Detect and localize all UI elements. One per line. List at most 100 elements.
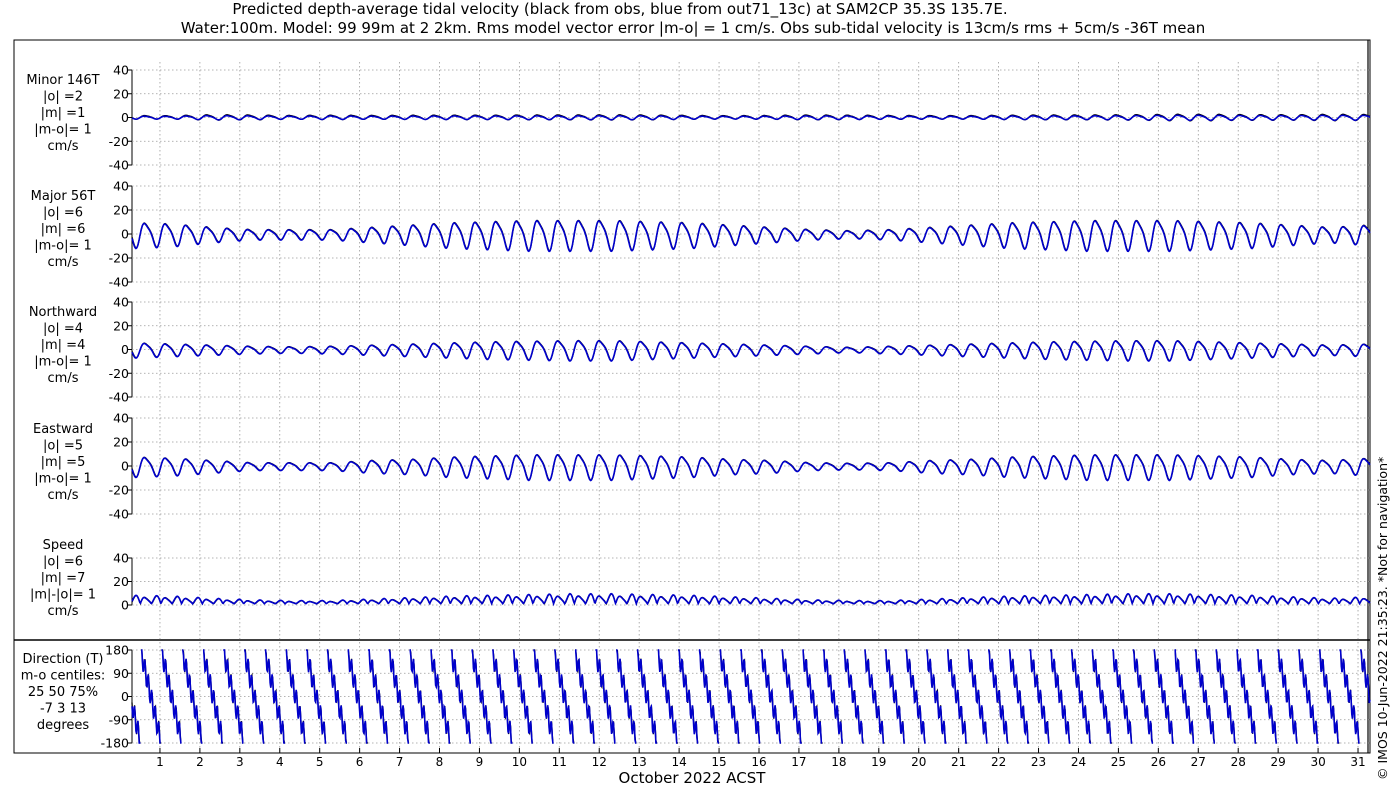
minor-label-line: |m| =1 xyxy=(41,106,86,121)
northward-label-line: |m-o|= 1 xyxy=(34,355,92,370)
direction-label-line: m-o centiles: xyxy=(21,669,106,684)
x-tick-label: 3 xyxy=(236,755,244,769)
direction-series-model xyxy=(131,649,1371,744)
northward-y-tick-label: 0 xyxy=(121,342,129,357)
northward-y-tick-label: -20 xyxy=(109,366,129,381)
direction-y-tick-label: 90 xyxy=(113,666,129,681)
x-tick-label: 27 xyxy=(1191,755,1206,769)
x-tick-label: 6 xyxy=(356,755,364,769)
minor-y-tick-label: 40 xyxy=(113,63,129,78)
major-y-tick-label: 0 xyxy=(121,227,129,242)
x-tick-label: 11 xyxy=(552,755,567,769)
eastward-y-tick-label: 0 xyxy=(121,459,129,474)
direction-label-line: 25 50 75% xyxy=(28,685,98,700)
northward-label-line: |o| =4 xyxy=(43,322,83,337)
minor-y-tick-label: 20 xyxy=(113,86,129,101)
northward-label-line: |m| =4 xyxy=(41,338,86,353)
minor-y-tick-label: -20 xyxy=(109,134,129,149)
eastward-y-tick-label: -40 xyxy=(109,507,129,522)
direction-label-line: Direction (T) xyxy=(23,652,104,667)
major-label-line: Major 56T xyxy=(31,189,96,204)
major-y-tick-label: 20 xyxy=(113,203,129,218)
direction-label-line: degrees xyxy=(37,718,90,733)
northward-label-line: Northward xyxy=(29,305,97,320)
x-tick-label: 4 xyxy=(276,755,284,769)
major-label-line: |o| =6 xyxy=(43,206,83,221)
minor-label-line: cm/s xyxy=(48,139,79,154)
figure-frame xyxy=(13,39,1371,754)
major-label-line: cm/s xyxy=(48,255,79,270)
eastward-y-tick-label: 40 xyxy=(113,411,129,426)
x-tick-label: 30 xyxy=(1310,755,1325,769)
minor-y-tick-label: 0 xyxy=(121,110,129,125)
x-tick-label: 17 xyxy=(791,755,806,769)
minor-label-line: Minor 146T xyxy=(26,73,99,88)
northward-y-tick-label: 40 xyxy=(113,295,129,310)
credit-text: © IMOS 10-Jun-2022 21:35:23. *Not for na… xyxy=(1375,457,1390,780)
direction-y-tick-label: -90 xyxy=(109,712,129,727)
minor-label-line: |o| =2 xyxy=(43,90,83,105)
speed-y-tick-label: 40 xyxy=(113,551,129,566)
x-tick-label: 14 xyxy=(671,755,686,769)
x-tick-label: 7 xyxy=(396,755,404,769)
speed-label-line: |m| =7 xyxy=(41,571,86,586)
x-tick-label: 21 xyxy=(951,755,966,769)
panels-group: 1 2 3 4 5 6 7 8 9 10 11 12 13 14 15 16 17 18 19 20 21 22 23 24 2… xyxy=(14,40,1371,769)
eastward-label-line: |m-o|= 1 xyxy=(34,472,92,487)
chart-title-line1: Predicted depth-average tidal velocity (… xyxy=(232,0,1007,19)
northward-y-tick-label: -40 xyxy=(109,390,129,405)
x-tick-label: 18 xyxy=(831,755,846,769)
direction-y-tick-label: 180 xyxy=(105,643,129,658)
x-tick-label: 5 xyxy=(316,755,324,769)
northward-series-model xyxy=(131,340,1371,362)
eastward-label-line: |m| =5 xyxy=(41,455,86,470)
x-tick-label: 15 xyxy=(711,755,726,769)
x-tick-label: 28 xyxy=(1231,755,1246,769)
eastward-label-line: Eastward xyxy=(33,422,93,437)
minor-label-line: |m-o|= 1 xyxy=(34,123,92,138)
speed-y-tick-label: 0 xyxy=(121,598,129,613)
northward-y-tick-label: 20 xyxy=(113,318,129,333)
x-tick-label: 10 xyxy=(512,755,527,769)
eastward-label-line: cm/s xyxy=(48,488,79,503)
x-tick-label: 12 xyxy=(592,755,607,769)
direction-label-line: -7 3 13 xyxy=(40,702,86,717)
speed-label-line: Speed xyxy=(43,538,84,553)
direction-y-tick-label: 0 xyxy=(121,689,129,704)
speed-series-model xyxy=(131,592,1371,607)
x-tick-label: 8 xyxy=(436,755,444,769)
x-tick-label: 13 xyxy=(632,755,647,769)
major-series-model xyxy=(131,220,1371,253)
eastward-series-model xyxy=(131,454,1371,482)
x-tick-label: 1 xyxy=(156,755,164,769)
x-tick-label: 24 xyxy=(1071,755,1086,769)
x-tick-label: 22 xyxy=(991,755,1006,769)
major-label-line: |m-o|= 1 xyxy=(34,239,92,254)
x-tick-label: 9 xyxy=(476,755,484,769)
eastward-y-tick-label: 20 xyxy=(113,435,129,450)
major-y-tick-label: 40 xyxy=(113,179,129,194)
speed-label-line: cm/s xyxy=(48,604,79,619)
figure-canvas: Predicted depth-average tidal velocity (… xyxy=(13,0,1390,787)
chart-title-line2: Water:100m. Model: 99 99m at 2 2km. Rms … xyxy=(181,19,1205,37)
speed-y-tick-label: 20 xyxy=(113,574,129,589)
x-axis-label: October 2022 ACST xyxy=(619,769,767,787)
x-tick-label: 23 xyxy=(1031,755,1046,769)
direction-y-tick-label: -180 xyxy=(101,736,129,751)
x-tick-label: 19 xyxy=(871,755,886,769)
major-y-tick-label: -40 xyxy=(109,275,129,290)
x-tick-label: 2 xyxy=(196,755,204,769)
major-y-tick-label: -20 xyxy=(109,251,129,266)
x-tick-label: 26 xyxy=(1151,755,1166,769)
x-tick-label: 29 xyxy=(1271,755,1286,769)
eastward-y-tick-label: -20 xyxy=(109,483,129,498)
x-tick-label: 16 xyxy=(751,755,766,769)
eastward-label-line: |o| =5 xyxy=(43,439,83,454)
x-tick-label: 20 xyxy=(911,755,926,769)
x-tick-label: 25 xyxy=(1111,755,1126,769)
major-label-line: |m| =6 xyxy=(41,222,86,237)
speed-label-line: |m|-|o|= 1 xyxy=(30,588,96,603)
speed-label-line: |o| =6 xyxy=(43,555,83,570)
minor-y-tick-label: -40 xyxy=(109,158,129,173)
northward-label-line: cm/s xyxy=(48,371,79,386)
